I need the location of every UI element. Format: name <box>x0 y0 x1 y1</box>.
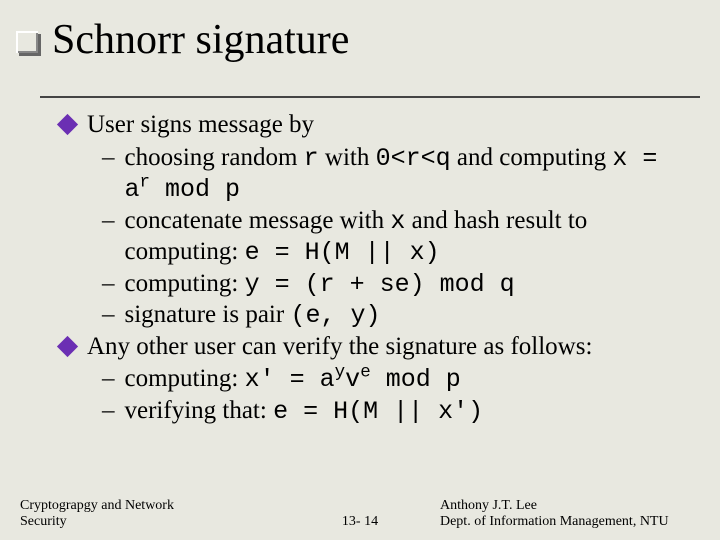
code: e = H(M || x') <box>273 397 483 426</box>
code: a <box>125 175 140 204</box>
diamond-icon <box>57 114 78 135</box>
dash-icon: – <box>102 364 115 395</box>
txt: computing: <box>125 365 245 392</box>
footer-left: Cryptograpgy and Network Security <box>20 498 280 530</box>
dash-icon: – <box>102 300 115 331</box>
title-box-icon <box>16 31 38 53</box>
content-body: User signs message by – choosing random … <box>60 110 700 427</box>
code: (e, y) <box>290 301 380 330</box>
code: x' = a <box>245 365 335 394</box>
bullet-text: User signs message by <box>87 110 314 141</box>
sub-verify-check: – verifying that: e = H(M || x') <box>102 396 700 428</box>
code: x = <box>612 144 657 173</box>
title-row: Schnorr signature <box>16 16 700 64</box>
dash-icon: – <box>102 396 115 427</box>
code: y = (r + se) mod q <box>245 270 515 299</box>
bullet-verify: Any other user can verify the signature … <box>60 332 700 363</box>
sub-text: choosing random r with 0<r<q and computi… <box>125 143 658 206</box>
exp: e <box>360 363 371 383</box>
txt: with <box>319 144 376 171</box>
footer-text: Security <box>20 514 280 530</box>
code: v <box>345 365 360 394</box>
footer-text: Dept. of Information Management, NTU <box>440 514 700 530</box>
sub-text: verifying that: e = H(M || x') <box>125 396 484 428</box>
txt: signature is pair <box>125 301 291 328</box>
bullet-text: Any other user can verify the signature … <box>87 332 592 363</box>
code: x <box>390 207 405 236</box>
exp: r <box>140 173 151 193</box>
txt: computing: <box>125 270 245 297</box>
code: r <box>304 144 319 173</box>
sub-text: computing: y = (r + se) mod q <box>125 269 515 301</box>
code: mod p <box>150 175 240 204</box>
slide-title: Schnorr signature <box>52 16 349 64</box>
dash-icon: – <box>102 269 115 300</box>
diamond-icon <box>57 335 78 356</box>
code: e = H(M || x) <box>245 238 440 267</box>
sub-text: signature is pair (e, y) <box>125 300 381 332</box>
footer-text: Anthony J.T. Lee <box>440 498 700 514</box>
sub-text: concatenate message with x and hash resu… <box>125 206 701 269</box>
exp: y <box>335 363 346 383</box>
txt: choosing random <box>125 144 304 171</box>
code: 0<r<q <box>376 144 451 173</box>
slide: Schnorr signature User signs message by … <box>0 0 720 540</box>
code: mod p <box>371 365 461 394</box>
dash-icon: – <box>102 206 115 237</box>
sub-text: computing: x' = ayve mod p <box>125 364 461 396</box>
sub-concat: – concatenate message with x and hash re… <box>102 206 700 269</box>
footer-text: Cryptograpgy and Network <box>20 498 280 514</box>
footer-center: 13- 14 <box>342 514 378 530</box>
footer: Cryptograpgy and Network Security 13- 14… <box>20 498 700 530</box>
footer-right: Anthony J.T. Lee Dept. of Information Ma… <box>440 498 700 530</box>
sub-choose-random: – choosing random r with 0<r<q and compu… <box>102 143 700 206</box>
divider <box>40 96 700 98</box>
sub-signature-pair: – signature is pair (e, y) <box>102 300 700 332</box>
txt: and computing <box>451 144 613 171</box>
sub-compute-y: – computing: y = (r + se) mod q <box>102 269 700 301</box>
sub-verify-compute: – computing: x' = ayve mod p <box>102 364 700 396</box>
txt: concatenate message with <box>125 207 391 234</box>
bullet-user-signs: User signs message by <box>60 110 700 141</box>
txt: verifying that: <box>125 397 274 424</box>
dash-icon: – <box>102 143 115 174</box>
